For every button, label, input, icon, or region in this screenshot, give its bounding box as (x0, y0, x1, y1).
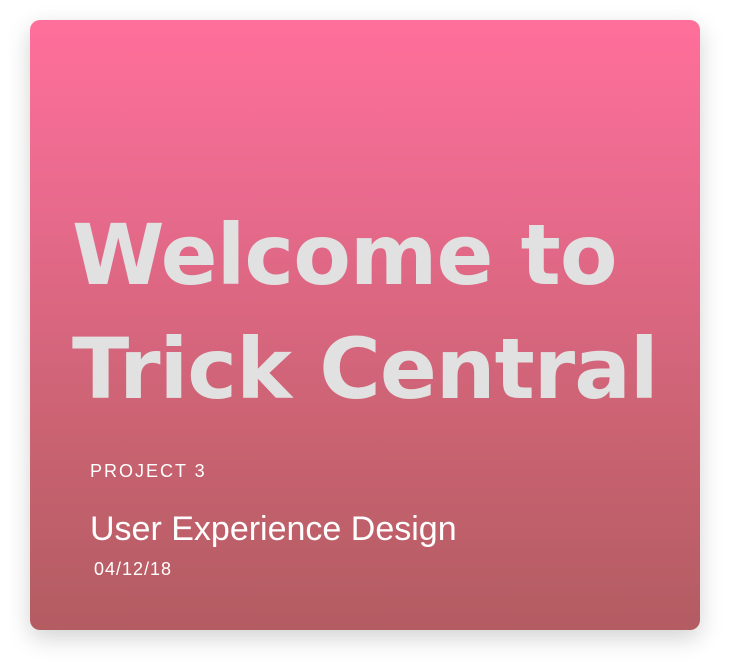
project-title: User Experience Design (90, 510, 457, 548)
project-card[interactable]: Welcome to Trick Central PROJECT 3 User … (30, 20, 700, 630)
project-label: PROJECT 3 (90, 461, 207, 481)
project-date: 04/12/18 (94, 559, 173, 579)
card-headline: Welcome to Trick Central (72, 206, 659, 418)
